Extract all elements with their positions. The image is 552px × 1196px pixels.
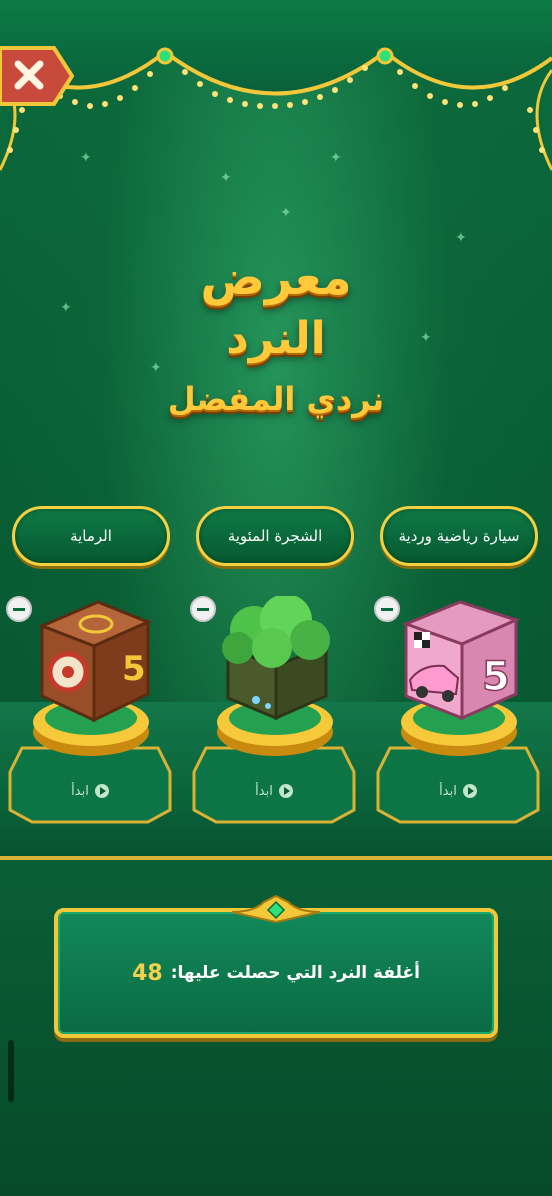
remove-icon[interactable] <box>374 596 400 622</box>
tab-archery[interactable]: الرماية <box>12 506 170 566</box>
close-button[interactable] <box>0 44 75 108</box>
archery-dice-icon: 5 <box>38 600 152 723</box>
dice-slot-pink-car[interactable]: 5 ابدأ <box>374 594 544 834</box>
sparkle-icon: ✦ <box>280 205 292 221</box>
start-button[interactable]: ابدأ <box>190 778 358 804</box>
sparkle-icon: ✦ <box>80 150 92 166</box>
sparkle-icon: ✦ <box>330 150 342 166</box>
start-button[interactable]: ابدأ <box>6 778 174 804</box>
start-button[interactable]: ابدأ <box>374 778 542 804</box>
scrollbar[interactable] <box>8 1040 14 1102</box>
tab-label: سيارة رياضية وردية <box>398 526 520 545</box>
start-label: ابدأ <box>255 783 273 799</box>
page-subtitle: نردي المفضل <box>167 380 385 418</box>
title-block: معرض النرد نردي المفضل <box>0 248 552 422</box>
start-label: ابدأ <box>71 783 89 799</box>
start-label: ابدأ <box>439 783 457 799</box>
play-icon <box>94 784 109 798</box>
tree-dice-icon <box>222 596 330 721</box>
tab-label: الشجرة المئوية <box>227 526 323 545</box>
gem-ornament-icon <box>231 894 321 924</box>
dice-covers-panel: أغلفة النرد التي حصلت عليها: 48 <box>54 908 498 1038</box>
svg-text:5: 5 <box>482 654 510 700</box>
shelf-divider <box>0 856 552 860</box>
tab-label: الرماية <box>70 526 112 545</box>
pink-car-dice-icon: 5 <box>401 600 521 721</box>
sparkle-icon: ✦ <box>455 230 467 246</box>
play-icon <box>278 784 293 798</box>
remove-icon[interactable] <box>6 596 32 622</box>
page-title: معرض <box>200 250 352 306</box>
covers-count: 48 <box>132 960 163 986</box>
page-title-line2: النرد <box>226 313 326 364</box>
sparkle-icon: ✦ <box>220 170 232 186</box>
dice-slot-archery[interactable]: 5 ابدأ <box>6 594 176 834</box>
tab-tree[interactable]: الشجرة المئوية <box>196 506 354 566</box>
tab-pink-car[interactable]: سيارة رياضية وردية <box>380 506 538 566</box>
svg-text:5: 5 <box>122 649 146 689</box>
dice-slot-tree[interactable]: ابدأ <box>190 594 360 834</box>
play-icon <box>462 784 477 798</box>
close-icon <box>0 46 75 106</box>
covers-label: أغلفة النرد التي حصلت عليها: <box>170 963 420 983</box>
remove-icon[interactable] <box>190 596 216 622</box>
